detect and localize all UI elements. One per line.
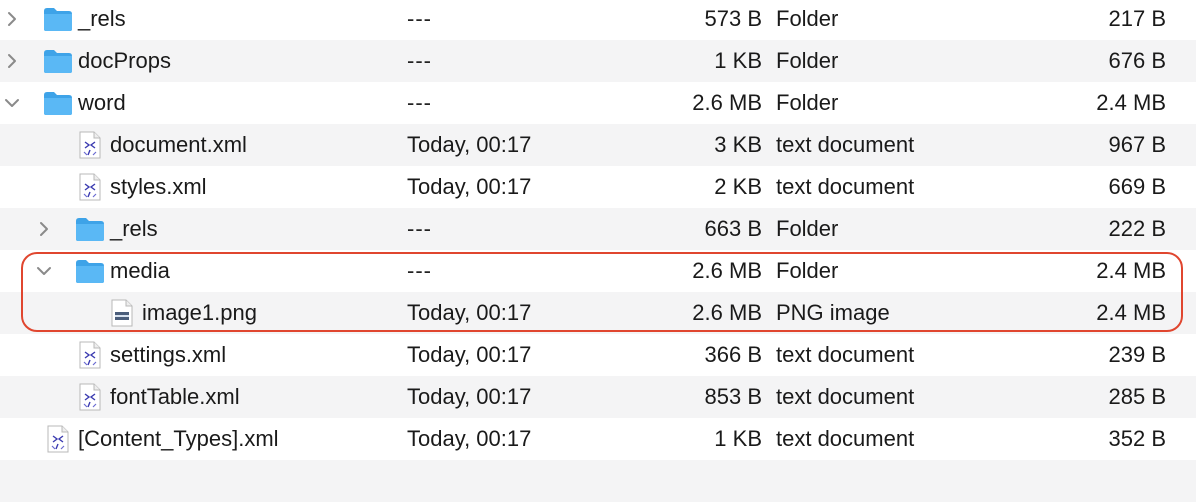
file-row[interactable]: fontTable.xml Today, 00:17 853 B text docum… xyxy=(0,376,1196,418)
file-name: docProps xyxy=(78,48,171,73)
file-name: media xyxy=(110,258,170,283)
disclosure-chevron-down-icon[interactable] xyxy=(34,250,54,292)
folder-icon xyxy=(74,250,106,292)
file-size: 2.6 MB xyxy=(692,90,762,115)
folder-icon xyxy=(42,40,74,82)
file-kind: Folder xyxy=(776,90,839,115)
file-size: 366 B xyxy=(704,342,763,367)
file-row[interactable]: [Content_Types].xml Today, 00:17 1 KB text … xyxy=(0,418,1196,460)
file-kind: PNG image xyxy=(776,300,890,325)
date-modified: --- xyxy=(407,48,432,73)
file-size: 2 KB xyxy=(714,174,762,199)
disclosure-chevron-right-icon[interactable] xyxy=(34,208,54,250)
file-list: _rels --- 573 B Folder 217 B docProps --- 1 KB F… xyxy=(0,0,1196,502)
date-modified: Today, 00:17 xyxy=(407,300,532,325)
disclosure-chevron-right-icon[interactable] xyxy=(2,0,22,40)
file-kind: text document xyxy=(776,426,915,451)
file-kind: text document xyxy=(776,132,915,157)
file-name: word xyxy=(78,90,126,115)
file-size: 853 B xyxy=(704,384,763,409)
file-size: 663 B xyxy=(704,216,763,241)
file-kind: text document xyxy=(776,384,915,409)
compressed-size: 239 B xyxy=(1108,342,1167,367)
disclosure-chevron-down-icon[interactable] xyxy=(2,82,22,124)
file-row[interactable]: word --- 2.6 MB Folder 2.4 MB xyxy=(0,82,1196,124)
xml-document-icon xyxy=(74,166,106,208)
file-size: 2.6 MB xyxy=(692,258,762,283)
file-kind: Folder xyxy=(776,48,839,73)
compressed-size: 2.4 MB xyxy=(1096,300,1166,325)
folder-icon xyxy=(74,208,106,250)
file-kind: Folder xyxy=(776,258,839,283)
date-modified: --- xyxy=(407,90,432,115)
file-kind: Folder xyxy=(776,216,839,241)
file-row[interactable]: _rels --- 573 B Folder 217 B xyxy=(0,0,1196,40)
date-modified: Today, 00:17 xyxy=(407,426,532,451)
compressed-size: 676 B xyxy=(1108,48,1167,73)
date-modified: Today, 00:17 xyxy=(407,132,532,157)
file-row[interactable]: docProps --- 1 KB Folder 676 B xyxy=(0,40,1196,82)
xml-document-icon xyxy=(74,334,106,376)
compressed-size: 217 B xyxy=(1108,6,1167,31)
compressed-size: 669 B xyxy=(1108,174,1167,199)
folder-icon xyxy=(42,82,74,124)
file-name: _rels xyxy=(78,6,126,31)
file-row[interactable]: styles.xml Today, 00:17 2 KB text document 6… xyxy=(0,166,1196,208)
file-row[interactable]: _rels --- 663 B Folder 222 B xyxy=(0,208,1196,250)
empty-row xyxy=(0,460,1196,502)
file-name: [Content_Types].xml xyxy=(78,426,279,451)
file-size: 1 KB xyxy=(714,426,762,451)
file-kind: Folder xyxy=(776,6,839,31)
file-size: 1 KB xyxy=(714,48,762,73)
png-image-icon xyxy=(106,292,138,334)
date-modified: Today, 00:17 xyxy=(407,174,532,199)
date-modified: --- xyxy=(407,258,432,283)
file-kind: text document xyxy=(776,174,915,199)
file-size: 3 KB xyxy=(714,132,762,157)
file-size: 573 B xyxy=(704,6,763,31)
file-name: _rels xyxy=(110,216,158,241)
date-modified: --- xyxy=(407,216,432,241)
compressed-size: 2.4 MB xyxy=(1096,90,1166,115)
file-row[interactable]: settings.xml Today, 00:17 366 B text docume… xyxy=(0,334,1196,376)
date-modified: Today, 00:17 xyxy=(407,384,532,409)
folder-icon xyxy=(42,0,74,40)
file-row[interactable]: document.xml Today, 00:17 3 KB text documen… xyxy=(0,124,1196,166)
xml-document-icon xyxy=(74,376,106,418)
file-name: fontTable.xml xyxy=(110,384,240,409)
compressed-size: 222 B xyxy=(1108,216,1167,241)
file-row[interactable]: media --- 2.6 MB Folder 2.4 MB xyxy=(0,250,1196,292)
file-name: image1.png xyxy=(142,300,257,325)
compressed-size: 967 B xyxy=(1108,132,1167,157)
compressed-size: 285 B xyxy=(1108,384,1167,409)
disclosure-chevron-right-icon[interactable] xyxy=(2,40,22,82)
date-modified: Today, 00:17 xyxy=(407,342,532,367)
compressed-size: 2.4 MB xyxy=(1096,258,1166,283)
xml-document-icon xyxy=(74,124,106,166)
compressed-size: 352 B xyxy=(1108,426,1167,451)
date-modified: --- xyxy=(407,6,432,31)
xml-document-icon xyxy=(42,418,74,460)
file-row[interactable]: image1.png Today, 00:17 2.6 MB PNG image 2.4… xyxy=(0,292,1196,334)
file-size: 2.6 MB xyxy=(692,300,762,325)
file-kind: text document xyxy=(776,342,915,367)
file-name: document.xml xyxy=(110,132,247,157)
file-name: styles.xml xyxy=(110,174,207,199)
file-name: settings.xml xyxy=(110,342,227,367)
